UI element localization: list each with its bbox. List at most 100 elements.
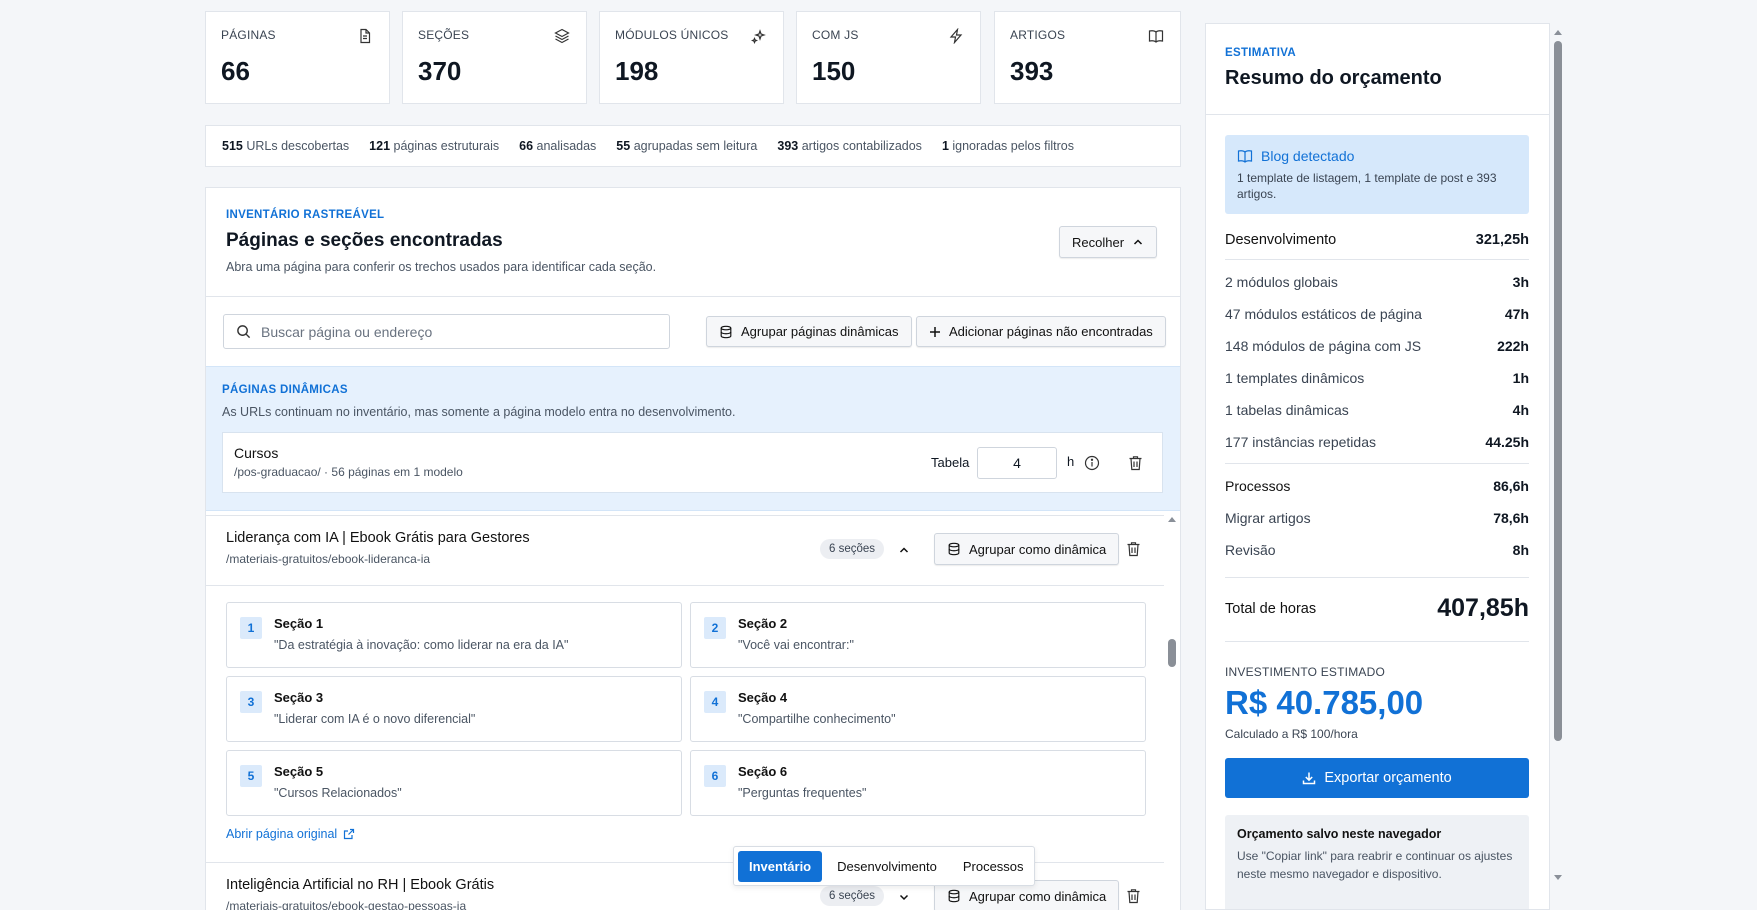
blog-text: 1 template de listagem, 1 template de po… [1237, 171, 1497, 201]
plus-icon [930, 326, 940, 337]
inventory-subtitle: Abra uma página para conferir os trechos… [226, 260, 657, 274]
section-quote: "Compartilhe conhecimento" [738, 712, 896, 726]
total-hours-value: 407,85h [1437, 594, 1529, 622]
trash-icon[interactable] [1126, 541, 1141, 557]
section-card[interactable]: 6 Seção 6 "Perguntas frequentes" [690, 750, 1146, 816]
process-row: Revisão 8h [1225, 542, 1529, 558]
collapse-button[interactable]: Recolher [1059, 226, 1158, 258]
section-number: 2 [704, 617, 726, 639]
dev-total-row: Desenvolvimento 321,25h [1225, 232, 1529, 248]
invest-value: R$ 40.785,00 [1225, 684, 1424, 721]
section-card[interactable]: 5 Seção 5 "Cursos Relacionados" [226, 750, 682, 816]
stat-label: PÁGINAS [221, 28, 276, 42]
stat-value: 66 [221, 56, 250, 86]
page-item: Liderança com IA | Ebook Grátis para Ges… [206, 515, 1164, 816]
section-quote: "Perguntas frequentes" [738, 786, 867, 800]
budget-panel: ESTIMATIVA Resumo do orçamento Blog dete… [1205, 23, 1550, 910]
database-icon [948, 542, 960, 556]
section-title: Seção 5 [274, 764, 324, 779]
scroll-up-arrow-icon[interactable] [1552, 27, 1564, 37]
divider [1225, 463, 1529, 464]
group-as-dynamic-button[interactable]: Agrupar como dinâmica [934, 533, 1120, 565]
stat-value: 150 [812, 56, 856, 86]
saved-title: Orçamento salvo neste navegador [1237, 827, 1442, 841]
sections-badge: 6 seções [820, 539, 885, 559]
section-card[interactable]: 4 Seção 4 "Compartilhe conhecimento" [690, 676, 1146, 742]
trash-icon[interactable] [1128, 455, 1143, 471]
total-hours-row: Total de horas 407,85h [1225, 594, 1529, 623]
scroll-up-arrow-icon[interactable] [1166, 514, 1178, 524]
trash-icon[interactable] [1126, 888, 1141, 904]
stat-label: MÓDULOS ÚNICOS [615, 28, 729, 42]
section-card[interactable]: 3 Seção 3 "Liderar com IA é o novo difer… [226, 676, 682, 742]
tab-desenvolvimento[interactable]: Desenvolvimento [826, 851, 948, 882]
layers-icon [554, 28, 570, 44]
document-icon [360, 28, 371, 44]
dev-item-row: 148 módulos de página com JS 222h [1225, 338, 1529, 354]
download-icon [1303, 772, 1316, 785]
page-scroll-thumb[interactable] [1554, 41, 1562, 741]
group-dynamic-pages-button[interactable]: Agrupar páginas dinâmicas [706, 316, 912, 347]
tab-processos[interactable]: Processos [952, 851, 1035, 882]
dynamic-item-name: Cursos [234, 445, 279, 461]
section-quote: "Cursos Relacionados" [274, 786, 402, 800]
dev-value: 321,25h [1475, 232, 1529, 248]
hours-input[interactable]: 4 [977, 447, 1057, 479]
budget-eyebrow: ESTIMATIVA [1225, 47, 1296, 59]
collapse-label: Recolher [1072, 234, 1125, 250]
invest-note: Calculado a R$ 100/hora [1225, 727, 1358, 741]
dynamic-eyebrow: PÁGINAS DINÂMICAS [222, 384, 348, 396]
page-path: /materiais-gratuitos/ebook-lideranca-ia [226, 552, 431, 566]
search-placeholder: Buscar página ou endereço [261, 323, 433, 340]
chevron-up-icon[interactable] [898, 544, 910, 556]
external-link-icon [344, 828, 355, 840]
blog-title: Blog detectado [1261, 148, 1355, 164]
section-title: Seção 3 [274, 690, 324, 705]
open-original-label: Abrir página original [226, 827, 338, 841]
export-button[interactable]: Exportar orçamento [1225, 758, 1529, 798]
page-scrollbar[interactable] [1552, 25, 1564, 885]
add-pages-button[interactable]: Adicionar páginas não encontradas [916, 316, 1166, 347]
stat-card-com-js: COM JS 150 [796, 11, 981, 104]
process-row: Migrar artigos 78,6h [1225, 510, 1529, 526]
stat-label: SEÇÕES [418, 28, 470, 42]
chevron-down-icon[interactable] [898, 891, 910, 903]
search-input[interactable]: Buscar página ou endereço [223, 314, 670, 349]
section-card[interactable]: 2 Seção 2 "Você vai encontrar:" [690, 602, 1146, 668]
dynamic-description: As URLs continuam no inventário, mas som… [222, 405, 736, 419]
section-title: Seção 6 [738, 764, 788, 779]
section-card[interactable]: 1 Seção 1 "Da estratégia à inovação: com… [226, 602, 682, 668]
section-number: 5 [240, 765, 262, 787]
group-dynamic-label: Agrupar páginas dinâmicas [741, 324, 899, 339]
page-title[interactable]: Inteligência Artificial no RH | Ebook Gr… [226, 877, 494, 893]
stat-card-paginas: PÁGINAS 66 [205, 11, 390, 104]
dev-item-row: 1 templates dinâmicos 1h [1225, 370, 1529, 386]
page-path: /materiais-gratuitos/ebook-gestao-pessoa… [226, 899, 467, 910]
tab-inventario[interactable]: Inventário [738, 850, 823, 882]
dev-item-row: 177 instâncias repetidas 44.25h [1225, 434, 1529, 450]
page-title[interactable]: Liderança com IA | Ebook Grátis para Ges… [226, 530, 530, 546]
inventory-scroll-thumb[interactable] [1168, 639, 1176, 667]
saved-text: Use "Copiar link" para reabrir e continu… [1237, 849, 1513, 881]
open-original-link[interactable]: Abrir página original [226, 827, 355, 841]
inventory-scrollbar[interactable] [1166, 510, 1178, 910]
inventory-panel: INVENTÁRIO RASTREÁVEL Páginas e seções e… [205, 187, 1181, 910]
search-icon [237, 325, 251, 339]
info-icon[interactable] [1084, 455, 1100, 471]
dev-item-row: 2 módulos globais 3h [1225, 274, 1529, 290]
database-icon [720, 325, 732, 338]
dev-item-row: 47 módulos estáticos de página 47h [1225, 306, 1529, 322]
section-number: 1 [240, 617, 262, 639]
blog-detected-box: Blog detectado 1 template de listagem, 1… [1225, 135, 1529, 214]
stat-label: ARTIGOS [1010, 28, 1066, 42]
dynamic-item-meta: /pos-graduacao/ · 56 páginas em 1 modelo [234, 465, 463, 479]
invest-label: INVESTIMENTO ESTIMADO [1225, 665, 1385, 679]
book-icon [1237, 150, 1253, 163]
dynamic-type-label: Tabela [931, 455, 970, 470]
summary-item: 66 analisadas [519, 139, 597, 153]
total-hours-label: Total de horas [1225, 600, 1317, 617]
scroll-down-arrow-icon[interactable] [1552, 873, 1564, 883]
inventory-title: Páginas e seções encontradas [226, 230, 503, 251]
process-row: Processos 86,6h [1225, 478, 1529, 494]
budget-title: Resumo do orçamento [1225, 67, 1442, 89]
